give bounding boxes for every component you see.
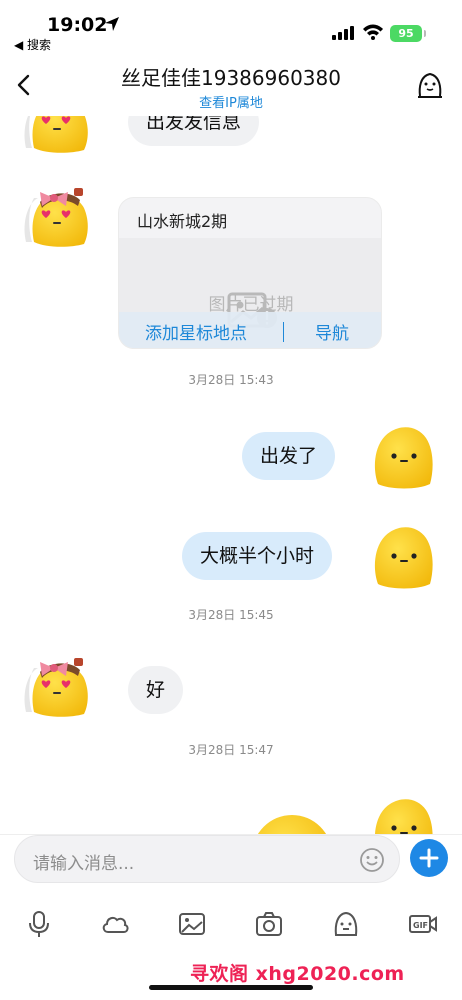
message-list[interactable]: 出发发信息 山水新城2期 图片已过期 添加星标地点 导航 3月28日 15:43… bbox=[0, 116, 462, 834]
message-bubble-received[interactable]: 好 bbox=[128, 666, 184, 714]
emoji-icon[interactable] bbox=[359, 847, 385, 873]
sticker-icon[interactable] bbox=[331, 909, 361, 939]
sticker-image[interactable] bbox=[250, 811, 334, 834]
svg-text:GIF: GIF bbox=[413, 921, 428, 930]
my-avatar[interactable] bbox=[368, 792, 440, 834]
view-ip-location-link[interactable]: 查看IP属地 bbox=[0, 92, 462, 111]
battery-tip bbox=[424, 30, 426, 37]
location-card[interactable]: 山水新城2期 图片已过期 添加星标地点 导航 bbox=[118, 197, 382, 349]
home-indicator bbox=[149, 985, 313, 990]
status-time: 19:02 bbox=[47, 14, 108, 36]
status-bar: 19:02 ◀ 搜索 95 bbox=[0, 0, 462, 54]
battery-indicator: 95 bbox=[390, 25, 422, 42]
message-input-placeholder: 请输入消息... bbox=[33, 854, 135, 874]
message-bubble-received[interactable]: 出发发信息 bbox=[128, 116, 260, 146]
image-icon[interactable] bbox=[177, 909, 207, 939]
my-avatar[interactable] bbox=[368, 420, 440, 492]
message-input[interactable]: 请输入消息... bbox=[14, 835, 400, 883]
location-actions: 添加星标地点 导航 bbox=[119, 312, 381, 348]
gif-icon[interactable]: GIF bbox=[408, 909, 438, 939]
contact-name: 丝足佳佳19386960380 bbox=[121, 66, 341, 90]
contact-avatar[interactable] bbox=[20, 176, 92, 248]
location-title: 山水新城2期 bbox=[137, 212, 228, 231]
message-timestamp: 3月28日 15:45 bbox=[188, 608, 274, 622]
more-options-button[interactable] bbox=[410, 839, 448, 877]
watermark-text: 寻欢阁 xhg2020.com bbox=[190, 963, 405, 985]
plus-icon bbox=[419, 848, 439, 868]
back-to-search[interactable]: ◀ 搜索 bbox=[14, 36, 51, 53]
my-avatar[interactable] bbox=[368, 520, 440, 592]
contact-avatar[interactable] bbox=[20, 116, 92, 154]
message-timestamp: 3月28日 15:47 bbox=[188, 743, 274, 757]
signal-icon bbox=[332, 26, 354, 40]
input-bar: 请输入消息... GIF 寻欢阁 xhg2020.com bbox=[0, 834, 462, 1000]
wifi-icon bbox=[363, 24, 383, 40]
action-divider bbox=[283, 322, 284, 342]
message-bubble-sent[interactable]: 大概半个小时 bbox=[182, 532, 333, 580]
navigate-button[interactable]: 导航 bbox=[315, 319, 349, 344]
chat-header: 丝足佳佳19386960380 查看IP属地 bbox=[0, 54, 462, 116]
add-star-location-button[interactable]: 添加星标地点 bbox=[145, 319, 247, 344]
contact-avatar[interactable] bbox=[20, 646, 92, 718]
location-arrow-icon bbox=[105, 17, 119, 31]
camera-icon[interactable] bbox=[254, 909, 284, 939]
profile-icon[interactable] bbox=[416, 70, 444, 100]
microphone-icon[interactable] bbox=[24, 909, 54, 939]
message-bubble-sent[interactable]: 出发了 bbox=[242, 432, 336, 480]
cloud-icon[interactable] bbox=[100, 909, 130, 939]
message-timestamp: 3月28日 15:43 bbox=[188, 373, 274, 387]
